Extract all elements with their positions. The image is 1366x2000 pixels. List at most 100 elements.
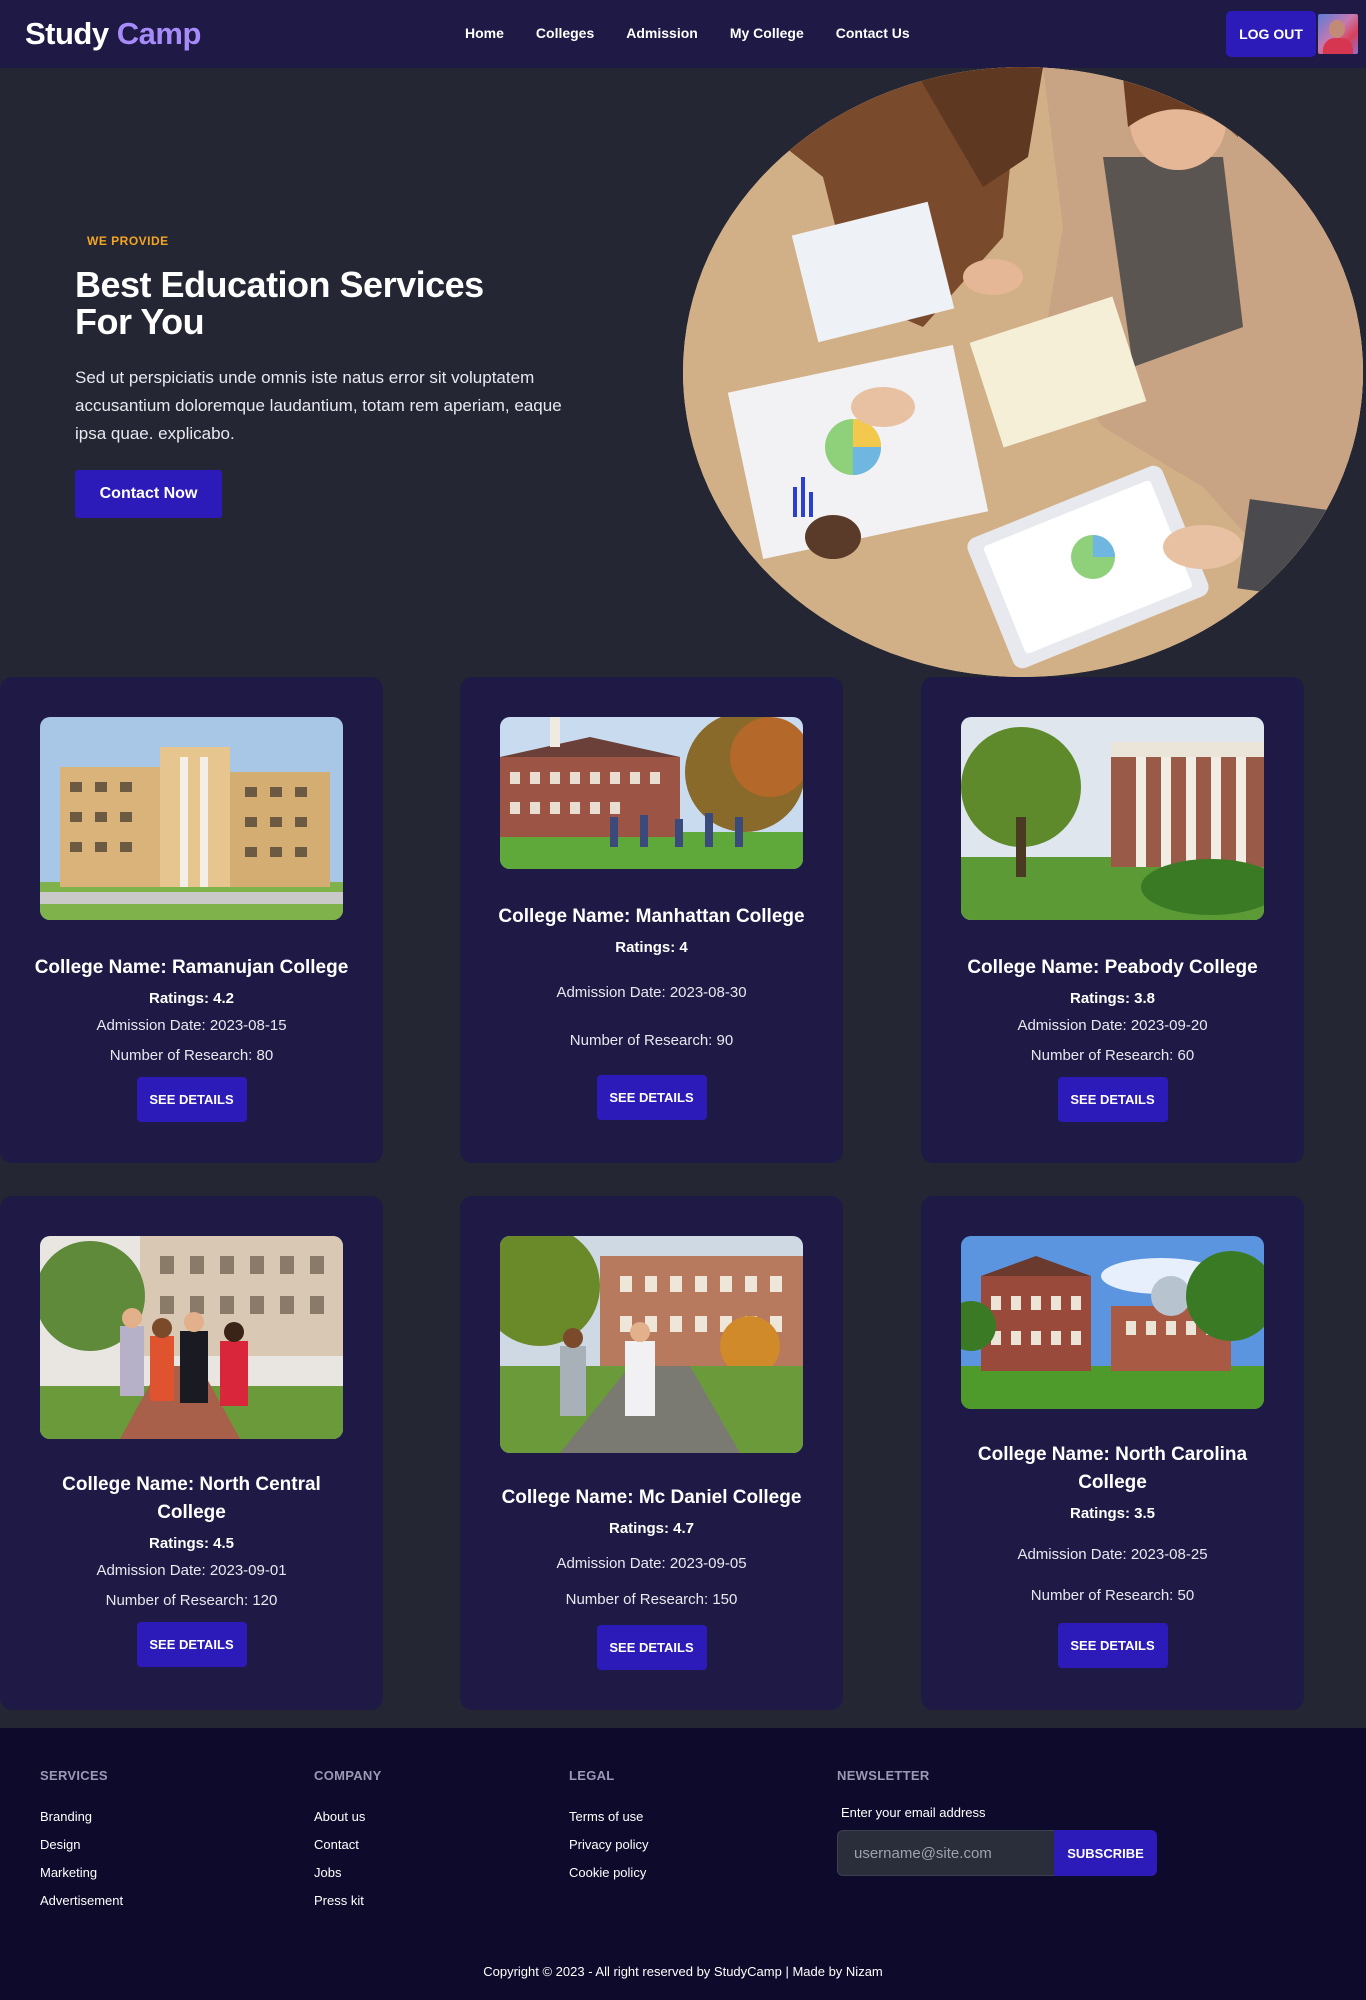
college-info: College Name: North Central College Rati… — [0, 1471, 383, 1667]
site-footer: SERVICES Branding Design Marketing Adver… — [0, 1728, 1366, 2000]
nav-link-contact-us[interactable]: Contact Us — [836, 25, 910, 41]
footer-link-about-us[interactable]: About us — [314, 1803, 382, 1831]
footer-services: SERVICES Branding Design Marketing Adver… — [40, 1768, 123, 1915]
footer-link-design[interactable]: Design — [40, 1831, 123, 1859]
newsletter-email-input[interactable] — [837, 1830, 1054, 1876]
nav-links: Home Colleges Admission My College Conta… — [465, 25, 910, 41]
footer-link-privacy[interactable]: Privacy policy — [569, 1831, 648, 1859]
footer-link-contact[interactable]: Contact — [314, 1831, 382, 1859]
college-rating: Ratings: 3.5 — [1069, 1505, 1156, 1522]
nav-link-colleges[interactable]: Colleges — [536, 25, 594, 41]
college-research-count: Number of Research: 60 — [1030, 1047, 1195, 1064]
college-image — [500, 1236, 803, 1453]
logout-button[interactable]: LOG OUT — [1226, 11, 1316, 57]
footer-link-terms[interactable]: Terms of use — [569, 1803, 648, 1831]
footer-heading-legal: LEGAL — [569, 1768, 615, 1783]
college-name: College Name: North Carolina College — [977, 1444, 1248, 1493]
college-rating: Ratings: 4 — [615, 939, 688, 956]
college-card: College Name: North Central College Rati… — [0, 1196, 383, 1710]
footer-link-press-kit[interactable]: Press kit — [314, 1887, 382, 1915]
college-image — [961, 717, 1264, 920]
footer-heading-company: COMPANY — [314, 1768, 382, 1783]
brand-logo[interactable]: Study Camp — [25, 16, 201, 52]
college-image-art — [40, 717, 343, 920]
college-name: College Name: Peabody College — [967, 957, 1258, 978]
college-card: College Name: Peabody College Ratings: 3… — [921, 677, 1304, 1163]
footer-heading-newsletter: NEWSLETTER — [837, 1768, 930, 1783]
see-details-button[interactable]: SEE DETAILS — [1057, 1077, 1168, 1122]
college-admission-date: Admission Date: 2023-08-30 — [556, 984, 747, 1001]
see-details-button[interactable]: SEE DETAILS — [596, 1075, 707, 1120]
college-image-art — [961, 1236, 1264, 1409]
nav-link-admission[interactable]: Admission — [626, 25, 698, 41]
hero-title-line2: For You — [75, 301, 205, 342]
college-image-art — [961, 717, 1264, 920]
college-admission-date: Admission Date: 2023-09-20 — [1017, 1017, 1208, 1034]
hero-title: Best Education Services For You — [75, 266, 495, 340]
college-name: College Name: North Central College — [62, 1474, 321, 1523]
college-image — [500, 717, 803, 869]
brand-part-study: Study — [25, 16, 109, 51]
hero-image-art — [683, 67, 1363, 677]
college-card: College Name: Manhattan College Ratings:… — [460, 677, 843, 1163]
footer-link-branding[interactable]: Branding — [40, 1803, 123, 1831]
subscribe-button[interactable]: SUBSCRIBE — [1054, 1830, 1157, 1876]
college-info: College Name: Mc Daniel College Ratings:… — [460, 1484, 843, 1670]
college-info: College Name: North Carolina College Rat… — [921, 1441, 1304, 1668]
hero-title-line1: Best Education Services — [75, 264, 484, 305]
see-details-button[interactable]: SEE DETAILS — [596, 1625, 707, 1670]
college-admission-date: Admission Date: 2023-08-25 — [1017, 1546, 1208, 1563]
college-rating: Ratings: 4.5 — [148, 1535, 235, 1552]
college-research-count: Number of Research: 50 — [1030, 1587, 1195, 1604]
footer-link-cookie[interactable]: Cookie policy — [569, 1859, 648, 1887]
footer-link-jobs[interactable]: Jobs — [314, 1859, 382, 1887]
college-name: College Name: Mc Daniel College — [501, 1487, 802, 1508]
contact-now-button[interactable]: Contact Now — [75, 470, 222, 518]
college-image-art — [500, 717, 803, 869]
avatar-face — [1329, 20, 1345, 38]
college-card: College Name: North Carolina College Rat… — [921, 1196, 1304, 1710]
avatar-body — [1323, 38, 1353, 54]
college-admission-date: Admission Date: 2023-09-05 — [556, 1555, 747, 1572]
college-info: College Name: Ramanujan College Ratings:… — [0, 954, 383, 1122]
nav-link-my-college[interactable]: My College — [730, 25, 804, 41]
footer-link-marketing[interactable]: Marketing — [40, 1859, 123, 1887]
copyright-text: Copyright © 2023 - All right reserved by… — [483, 1964, 883, 1979]
hero-description: Sed ut perspiciatis unde omnis iste natu… — [75, 368, 562, 443]
college-research-count: Number of Research: 150 — [565, 1591, 738, 1608]
college-rating: Ratings: 4.7 — [608, 1520, 695, 1537]
college-admission-date: Admission Date: 2023-09-01 — [96, 1562, 287, 1579]
footer-link-advertisement[interactable]: Advertisement — [40, 1887, 123, 1915]
footer-company: COMPANY About us Contact Jobs Press kit — [314, 1768, 382, 1915]
footer-heading-services: SERVICES — [40, 1768, 108, 1783]
newsletter-label: Enter your email address — [841, 1805, 986, 1820]
college-research-count: Number of Research: 90 — [569, 1032, 734, 1049]
newsletter-form: SUBSCRIBE — [837, 1830, 1157, 1876]
hero-image — [683, 67, 1363, 677]
brand-part-camp: Camp — [116, 16, 202, 51]
college-research-count: Number of Research: 120 — [105, 1592, 278, 1609]
college-name: College Name: Manhattan College — [498, 906, 805, 927]
nav-link-home[interactable]: Home — [465, 25, 504, 41]
see-details-button[interactable]: SEE DETAILS — [1057, 1623, 1168, 1668]
see-details-button[interactable]: SEE DETAILS — [136, 1077, 247, 1122]
college-rating: Ratings: 3.8 — [1069, 990, 1156, 1007]
hero-kicker: WE PROVIDE — [87, 234, 169, 248]
college-image — [40, 717, 343, 920]
college-admission-date: Admission Date: 2023-08-15 — [96, 1017, 287, 1034]
college-card: College Name: Ramanujan College Ratings:… — [0, 677, 383, 1163]
college-rating: Ratings: 4.2 — [148, 990, 235, 1007]
college-image-art — [40, 1236, 343, 1439]
top-nav: Study Camp Home Colleges Admission My Co… — [0, 0, 1366, 68]
college-info: College Name: Peabody College Ratings: 3… — [921, 954, 1304, 1122]
college-image — [961, 1236, 1264, 1409]
see-details-button[interactable]: SEE DETAILS — [136, 1622, 247, 1667]
footer-newsletter: NEWSLETTER Enter your email address SUBS… — [837, 1768, 1157, 1876]
user-avatar-icon[interactable] — [1318, 14, 1358, 54]
college-research-count: Number of Research: 80 — [109, 1047, 274, 1064]
college-name: College Name: Ramanujan College — [34, 957, 349, 978]
college-image-art — [500, 1236, 803, 1453]
college-info: College Name: Manhattan College Ratings:… — [460, 903, 843, 1120]
footer-legal: LEGAL Terms of use Privacy policy Cookie… — [569, 1768, 648, 1887]
college-card: College Name: Mc Daniel College Ratings:… — [460, 1196, 843, 1710]
